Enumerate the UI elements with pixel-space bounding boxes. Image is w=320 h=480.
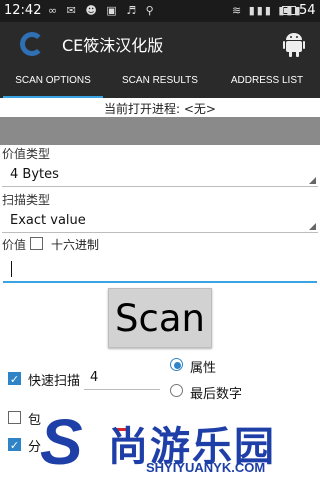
scan-button[interactable]: Scan (108, 288, 212, 348)
process-label: 当前打开进程: <无> (104, 102, 216, 116)
partial-checkbox-2[interactable]: ✓ (8, 438, 21, 452)
scan-type-label: 扫描类型 (2, 193, 51, 207)
scan-type-selected: Exact value (10, 213, 86, 228)
radio-alignment-label: 属性 (190, 361, 217, 376)
hex-label: 十六进制 (51, 238, 100, 252)
fast-scan-underline (84, 389, 160, 390)
tab-scan-options[interactable]: SCAN OPTIONS (0, 64, 106, 98)
hex-checkbox[interactable] (30, 237, 43, 250)
status-bar: 12:42 ∞ ✉ ☻ ▣ ♬ ⚲ ≋ ▮▮▮ ▮▮▮ 54 (0, 0, 320, 22)
battery-level: 54 (299, 3, 316, 18)
dropdown-arrow-icon (309, 223, 316, 230)
fast-scan-label: 快速扫描 (28, 374, 81, 389)
action-bar: CE筱沫汉化版 (0, 22, 320, 64)
partial-checkbox-1[interactable] (8, 411, 21, 424)
scan-type-spinner[interactable]: Exact value (2, 209, 318, 233)
value-type-selected: 4 Bytes (10, 167, 59, 182)
ce-logo-icon (20, 32, 44, 56)
fast-scan-checkbox[interactable]: ✓ (8, 372, 21, 386)
status-time: 12:42 (4, 3, 42, 18)
value-type-label: 价值类型 (2, 147, 51, 161)
value-label: 价值 (2, 238, 27, 252)
value-input[interactable] (3, 256, 317, 283)
radio-last-digits[interactable] (170, 384, 183, 397)
tab-indicator (3, 96, 103, 98)
dropdown-arrow-icon (309, 177, 316, 184)
fast-scan-value[interactable]: 4 (90, 370, 98, 385)
app-title: CE筱沫汉化版 (62, 36, 164, 55)
radio-alignment[interactable] (170, 358, 183, 371)
text-cursor (11, 261, 12, 277)
tab-bar: SCAN OPTIONS SCAN RESULTS ADDRESS LIST (0, 64, 320, 98)
tab-scan-results[interactable]: SCAN RESULTS (107, 64, 213, 98)
value-type-spinner[interactable]: 4 Bytes (2, 163, 318, 187)
radio-last-digits-label: 最后数字 (190, 387, 243, 402)
notification-icons: ∞ ✉ ☻ ▣ ♬ ⚲ (48, 4, 157, 17)
watermark-logo: S (40, 406, 83, 478)
android-icon[interactable] (283, 30, 305, 58)
progress-bar (0, 117, 320, 145)
tab-address-list[interactable]: ADDRESS LIST (214, 64, 320, 98)
battery-icon (282, 6, 296, 15)
watermark-url: SHYIYUANYK.COM (146, 460, 266, 475)
